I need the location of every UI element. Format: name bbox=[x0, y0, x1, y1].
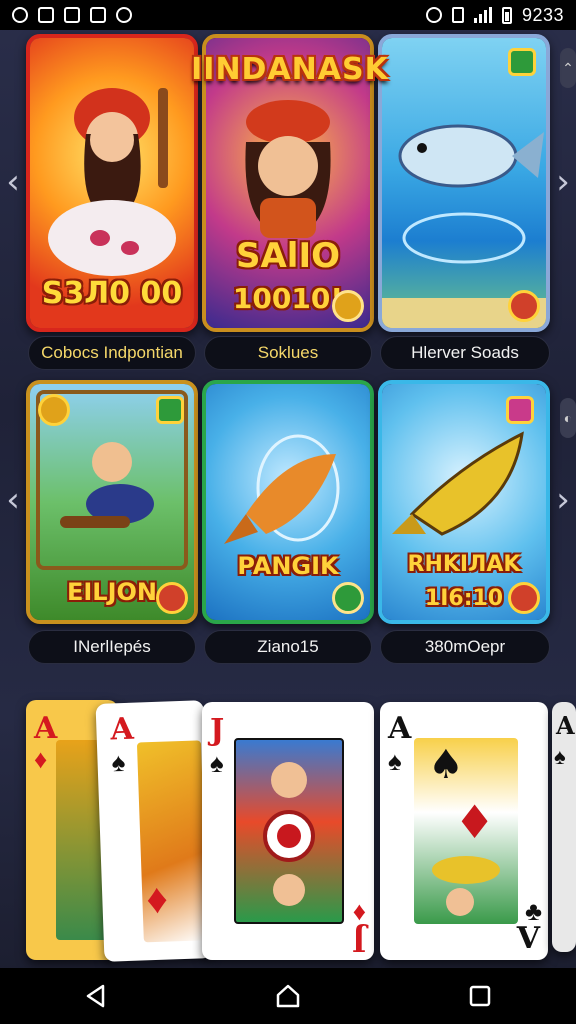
playing-card-2[interactable]: A ♠ ♦ bbox=[95, 700, 213, 962]
game-label-1[interactable]: Cobocs Indpontian bbox=[28, 336, 196, 370]
edge-button-top[interactable]: ⌃ bbox=[560, 48, 576, 88]
home-button[interactable] bbox=[258, 973, 318, 1019]
game-label-2[interactable]: Soklues bbox=[204, 336, 372, 370]
card-3-bottom-rank: J bbox=[351, 922, 366, 957]
chevron-left-icon[interactable]: ‹ bbox=[2, 162, 24, 202]
back-button[interactable] bbox=[66, 973, 126, 1019]
king-figure-icon bbox=[263, 762, 315, 906]
gem-badge-icon bbox=[506, 396, 534, 424]
card-3-rank: J bbox=[210, 713, 225, 748]
game-card-5[interactable]: PANGIK bbox=[202, 380, 374, 624]
battery-icon bbox=[501, 6, 512, 24]
playing-card-3[interactable]: J ♠ ♦ J bbox=[202, 702, 374, 960]
game-card-1[interactable]: S3Л0 00 bbox=[26, 34, 198, 332]
chevron-right-icon[interactable]: › bbox=[552, 162, 574, 202]
app-screen: 9233 IINDANASK ‹ › ⌃ S3Л0 00 SAlIO 10010… bbox=[0, 0, 576, 1024]
status-right-icons: 9233 bbox=[425, 4, 564, 26]
svg-text:♠: ♠ bbox=[428, 742, 464, 788]
edge-button-mid[interactable]: ◐ bbox=[560, 398, 576, 438]
system-nav-bar bbox=[0, 968, 576, 1024]
game-card-3-art bbox=[382, 38, 546, 328]
card-5-spade-icon: ♠ bbox=[554, 744, 566, 769]
game-label-4[interactable]: INerlIepés bbox=[28, 630, 196, 664]
fish-icon bbox=[382, 124, 546, 328]
card-4-art-icon: ♠ ♦ bbox=[428, 742, 500, 916]
home-icon bbox=[276, 984, 300, 1008]
status-bar: 9233 bbox=[0, 0, 576, 30]
signal-icon bbox=[473, 7, 492, 23]
game-card-5-title: PANGIK bbox=[237, 552, 339, 580]
game-card-1-title: S3Л0 00 bbox=[41, 276, 183, 311]
money-badge-icon bbox=[332, 582, 364, 614]
diamond-suit-icon: ♦ bbox=[34, 744, 48, 774]
card-5-rank: A bbox=[556, 711, 575, 740]
playing-card-5[interactable]: A ♠ bbox=[552, 702, 576, 952]
game-card-6[interactable]: RHKIЛAK 1I6:10 bbox=[378, 380, 550, 624]
spade-suit-icon: ♠ bbox=[111, 746, 126, 778]
target-badge-icon bbox=[508, 290, 540, 322]
card-4-rank: A bbox=[388, 711, 412, 746]
svg-text:♦: ♦ bbox=[454, 795, 495, 849]
card-4-spade-icon: ♠ bbox=[388, 746, 402, 776]
chevron-left-icon-row2[interactable]: ‹ bbox=[2, 480, 24, 520]
card-1-rank: A bbox=[34, 711, 58, 746]
chevron-right-icon-row2[interactable]: › bbox=[552, 480, 574, 520]
card-3-face-art bbox=[234, 738, 344, 924]
game-label-3[interactable]: Hlerver Soads bbox=[380, 336, 550, 370]
bonus-badge-icon bbox=[508, 48, 536, 76]
back-triangle-icon bbox=[86, 984, 105, 1008]
card-4-bottom-rank: V bbox=[516, 921, 540, 956]
recents-square-icon bbox=[469, 985, 491, 1007]
vibrate-icon bbox=[451, 7, 464, 23]
dice-badge-icon bbox=[156, 582, 188, 614]
game-card-2-title: SAlIO bbox=[235, 236, 340, 276]
card-2-large-diamond: ♦ bbox=[145, 874, 169, 923]
sim-icon bbox=[38, 7, 54, 23]
card-3-bottom-suit-icon: ♦ bbox=[352, 896, 366, 926]
gift-badge-icon bbox=[156, 396, 184, 424]
gallery-icon bbox=[64, 7, 80, 23]
status-left-icons bbox=[12, 7, 132, 23]
target-badge-icon-2 bbox=[508, 582, 540, 614]
game-label-5[interactable]: Ziano15 bbox=[204, 630, 372, 664]
game-card-6-title: RHKIЛAK bbox=[407, 552, 521, 577]
card-4-face-art: ♠ ♦ bbox=[414, 738, 518, 924]
app-icon bbox=[116, 7, 132, 23]
banner-title: IINDANASK bbox=[191, 51, 389, 87]
game-label-6[interactable]: 380mOepr bbox=[380, 630, 550, 664]
coin-badge-icon bbox=[332, 290, 364, 322]
notification-icon bbox=[12, 7, 28, 23]
card-3-spade-icon: ♠ bbox=[210, 748, 224, 778]
playing-card-4[interactable]: A ♠ ♠ ♦ ♣ V bbox=[380, 702, 548, 960]
image-icon bbox=[90, 7, 106, 23]
game-card-4[interactable]: EILJON bbox=[26, 380, 198, 624]
recents-button[interactable] bbox=[450, 973, 510, 1019]
card-2-rank: A bbox=[109, 711, 135, 748]
status-time: 9233 bbox=[521, 4, 564, 25]
sun-badge-icon bbox=[38, 394, 70, 426]
alarm-icon bbox=[425, 7, 442, 23]
